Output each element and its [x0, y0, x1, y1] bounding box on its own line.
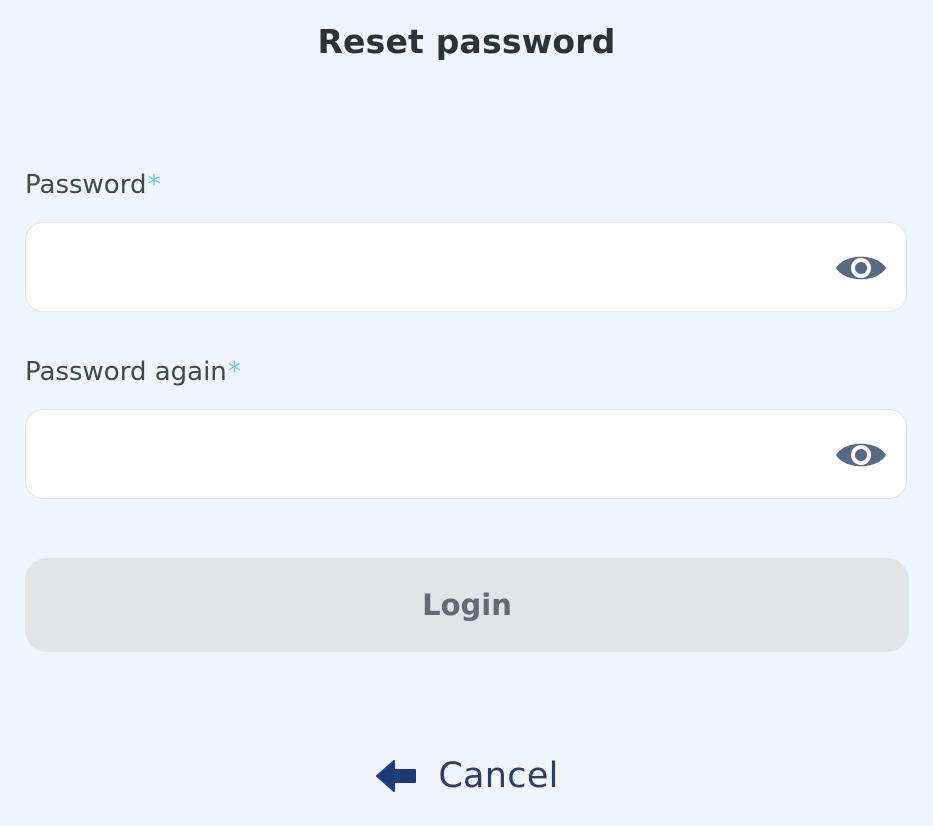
- password-visibility-toggle[interactable]: [834, 250, 888, 286]
- password-required-mark: *: [147, 170, 161, 200]
- password-input[interactable]: [26, 223, 816, 311]
- password-again-label: Password again*: [25, 357, 241, 387]
- password-again-field: [25, 409, 907, 499]
- password-label-text: Password: [25, 170, 147, 200]
- login-button[interactable]: Login: [25, 558, 909, 652]
- password-again-input[interactable]: [26, 410, 816, 498]
- password-again-visibility-toggle[interactable]: [834, 437, 888, 473]
- cancel-link-content: Cancel: [374, 756, 558, 796]
- password-again-label-text: Password again: [25, 357, 227, 387]
- cancel-link[interactable]: Cancel: [0, 748, 933, 804]
- eye-icon: [836, 256, 886, 280]
- arrow-left-icon: [376, 760, 417, 792]
- password-label: Password*: [25, 170, 160, 200]
- page-title: Reset password: [317, 22, 616, 61]
- password-again-required-mark: *: [227, 357, 241, 387]
- eye-icon: [836, 443, 886, 467]
- cancel-label: Cancel: [438, 756, 559, 796]
- password-field: [25, 222, 907, 312]
